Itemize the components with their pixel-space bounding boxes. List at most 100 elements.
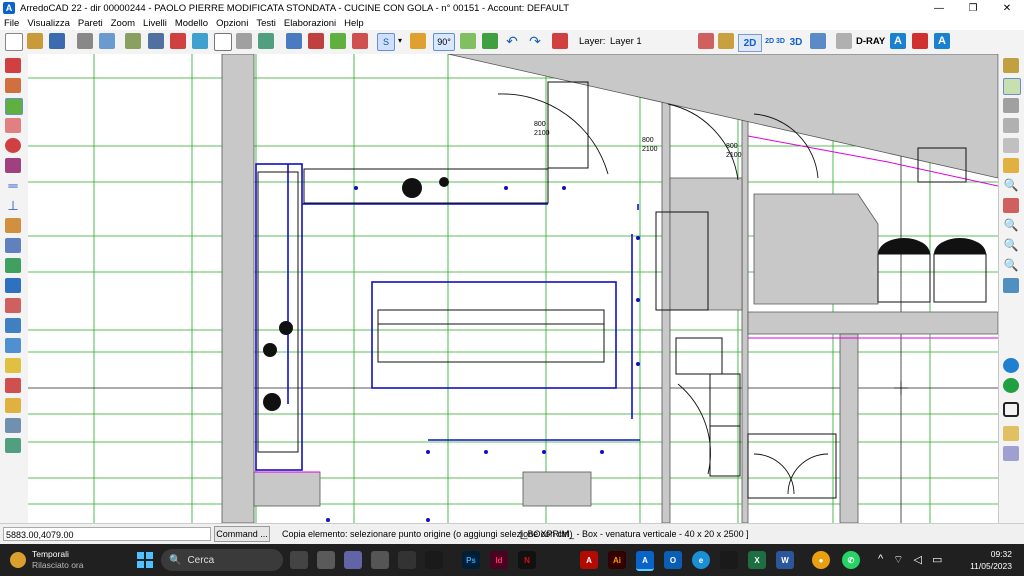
menu-elaborazioni[interactable]: Elaborazioni bbox=[280, 18, 340, 29]
view-2d3d-button[interactable]: 2D 3D bbox=[764, 34, 786, 50]
align-icon[interactable] bbox=[460, 33, 476, 49]
teams-chat-icon[interactable] bbox=[344, 551, 362, 569]
menu-help[interactable]: Help bbox=[340, 18, 368, 29]
indesign-icon[interactable]: Id bbox=[490, 551, 508, 569]
view-2d-button[interactable]: 2D bbox=[738, 34, 762, 52]
object-properties-icon[interactable] bbox=[5, 318, 21, 333]
mail-icon[interactable] bbox=[720, 551, 738, 569]
horizontal-line-icon[interactable]: ═ bbox=[5, 178, 21, 193]
catalog-icon[interactable] bbox=[125, 33, 141, 49]
globe-icon[interactable] bbox=[1003, 358, 1019, 373]
add-point-icon[interactable] bbox=[5, 258, 21, 273]
netflix-icon[interactable]: N bbox=[518, 551, 536, 569]
zoom-real-icon[interactable]: 🔍 bbox=[1003, 258, 1019, 273]
menu-pareti[interactable]: Pareti bbox=[74, 18, 107, 29]
new-file-icon[interactable] bbox=[5, 33, 23, 51]
mirror-tool-icon[interactable] bbox=[5, 158, 21, 173]
task-view-icon[interactable] bbox=[290, 551, 308, 569]
zoom-grid-icon[interactable] bbox=[1003, 278, 1019, 293]
print-preview-icon[interactable] bbox=[99, 33, 115, 49]
redo-icon[interactable]: ↷ bbox=[527, 33, 543, 49]
snap-dropdown-icon[interactable]: ▾ bbox=[396, 33, 404, 49]
show-hidden-icons-icon[interactable]: ^ bbox=[878, 553, 883, 567]
outlook-icon[interactable]: O bbox=[664, 551, 682, 569]
zoom-in-icon[interactable]: 🔍 bbox=[1003, 178, 1019, 193]
measure-m-icon[interactable] bbox=[5, 378, 21, 393]
maximize-button[interactable]: ❐ bbox=[956, 0, 990, 16]
material-icon[interactable] bbox=[330, 33, 346, 49]
text-tool-icon[interactable] bbox=[5, 398, 21, 413]
perspective-icon[interactable] bbox=[810, 33, 826, 49]
settings-icon[interactable] bbox=[1003, 446, 1019, 461]
chrome-icon[interactable]: ● bbox=[812, 551, 830, 569]
edge-icon[interactable]: e bbox=[692, 551, 710, 569]
widgets-icon[interactable] bbox=[317, 551, 335, 569]
stretch-tool-icon[interactable] bbox=[5, 238, 21, 253]
acrobat-icon[interactable]: A bbox=[580, 551, 598, 569]
excel-icon[interactable]: X bbox=[748, 551, 766, 569]
snap-options-icon[interactable] bbox=[5, 298, 21, 313]
print-area-icon[interactable] bbox=[5, 418, 21, 433]
menu-modello[interactable]: Modello bbox=[171, 18, 212, 29]
wall-tool-icon[interactable] bbox=[148, 33, 164, 49]
move-tool-icon[interactable] bbox=[5, 78, 21, 93]
zoom-window-icon[interactable] bbox=[1003, 78, 1021, 95]
select-tool-icon[interactable] bbox=[5, 58, 21, 73]
arredocad-taskbar-icon[interactable]: A bbox=[636, 551, 654, 571]
dimension-icon[interactable] bbox=[5, 358, 21, 373]
help-icon[interactable] bbox=[1003, 426, 1019, 441]
menu-zoom[interactable]: Zoom bbox=[107, 18, 139, 29]
open-folder-icon[interactable] bbox=[27, 33, 43, 49]
box-blue-icon[interactable] bbox=[192, 33, 208, 49]
drawing-canvas[interactable]: 800 2100 800 2100 800 2100 bbox=[28, 54, 998, 523]
taskbar-search[interactable]: 🔍 Cerca bbox=[161, 549, 283, 571]
light-icon[interactable] bbox=[352, 33, 368, 49]
wifi-icon[interactable]: ⌔ bbox=[893, 553, 903, 567]
coordinates-field[interactable]: 5883.00,4079.00 bbox=[3, 527, 211, 541]
menu-livelli[interactable]: Livelli bbox=[139, 18, 171, 29]
measure-icon[interactable] bbox=[410, 33, 426, 49]
snap-button[interactable]: S bbox=[377, 33, 395, 51]
menu-visualizza[interactable]: Visualizza bbox=[23, 18, 74, 29]
layer-manager-icon[interactable] bbox=[698, 33, 714, 49]
delete-icon[interactable] bbox=[552, 33, 568, 49]
view-cube-icon[interactable] bbox=[5, 338, 21, 353]
presentation-icon[interactable] bbox=[912, 33, 928, 49]
box-red-icon[interactable] bbox=[170, 33, 186, 49]
zoom-all-icon[interactable] bbox=[1003, 98, 1019, 113]
whatsapp-icon[interactable]: ✆ bbox=[842, 551, 860, 569]
zoom-out-icon[interactable]: 🔍 bbox=[1003, 218, 1019, 233]
zoom-extents-icon[interactable] bbox=[1003, 138, 1019, 153]
arredocad-web-icon[interactable]: A bbox=[934, 33, 950, 49]
volume-icon[interactable]: ◁ bbox=[914, 553, 922, 567]
illustrator-icon[interactable]: Ai bbox=[608, 551, 626, 569]
menu-testi[interactable]: Testi bbox=[252, 18, 280, 29]
save-icon[interactable] bbox=[49, 33, 65, 49]
zoom-icon[interactable]: 🔍 bbox=[1003, 238, 1019, 253]
export-icon[interactable] bbox=[5, 438, 21, 453]
monitor-icon[interactable] bbox=[1003, 402, 1019, 417]
erase-tool-icon[interactable] bbox=[5, 118, 21, 133]
file-explorer-icon[interactable] bbox=[371, 551, 389, 569]
rotate-tool-icon[interactable] bbox=[5, 138, 21, 153]
perpendicular-icon[interactable]: ⊥ bbox=[5, 198, 21, 213]
word-icon[interactable]: W bbox=[776, 551, 794, 569]
box-outline-icon[interactable] bbox=[214, 33, 232, 51]
command-button[interactable]: Command ... bbox=[214, 526, 270, 542]
zoom-cross-icon[interactable] bbox=[1003, 198, 1019, 213]
edit-icon[interactable] bbox=[1003, 158, 1019, 173]
photoshop-icon[interactable]: Ps bbox=[462, 551, 480, 569]
clock[interactable]: 09:32 11/05/2023 bbox=[970, 548, 1012, 572]
texture-icon[interactable] bbox=[308, 33, 324, 49]
view-3d-button[interactable]: 3D bbox=[788, 34, 804, 50]
minimize-button[interactable]: — bbox=[922, 0, 956, 16]
windows-start-icon[interactable] bbox=[137, 552, 153, 568]
menu-file[interactable]: File bbox=[0, 18, 23, 29]
layer-visibility-icon[interactable] bbox=[718, 33, 734, 49]
arredocad-a-icon[interactable]: A bbox=[890, 33, 906, 49]
menu-opzioni[interactable]: Opzioni bbox=[212, 18, 252, 29]
undo-icon[interactable]: ↶ bbox=[504, 33, 520, 49]
array-tool-icon[interactable] bbox=[5, 218, 21, 233]
info-icon[interactable] bbox=[5, 278, 21, 293]
zoom-previous-icon[interactable] bbox=[1003, 118, 1019, 133]
